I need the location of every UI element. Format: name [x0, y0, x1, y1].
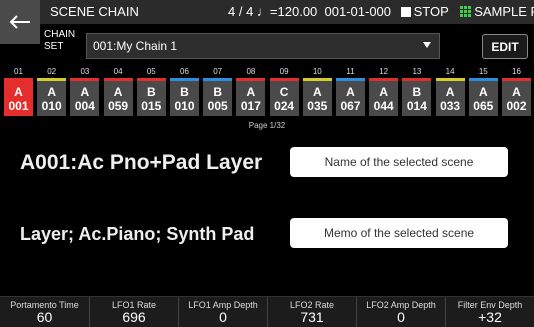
- step-scene-number: 015: [141, 98, 162, 113]
- param-value: 0: [219, 309, 227, 325]
- step-scene-number: 033: [440, 98, 461, 113]
- step-bank: A: [14, 84, 23, 99]
- step-bank: A: [47, 84, 57, 99]
- step-bank: B: [213, 84, 223, 99]
- step-scene-number: 017: [240, 98, 261, 113]
- step-number: 11: [346, 67, 355, 76]
- step-number: 14: [445, 67, 455, 76]
- step-scene-number: 010: [41, 98, 62, 113]
- back-button[interactable]: [0, 0, 40, 44]
- scene-memo-hint: Memo of the selected scene: [290, 218, 508, 248]
- step-scene-number: 005: [207, 98, 228, 113]
- step-scene-cell[interactable]: A 033: [435, 81, 465, 116]
- step-number: 08: [246, 67, 256, 76]
- step-bank: A: [246, 84, 256, 99]
- page-title: SCENE CHAIN: [50, 4, 139, 19]
- param-value: +32: [478, 309, 502, 325]
- step-scene-cell[interactable]: B 005: [203, 81, 233, 116]
- step-scene-cell[interactable]: B 014: [402, 81, 432, 116]
- param-knob[interactable]: LFO1 Rate 696: [89, 297, 178, 327]
- param-knob[interactable]: LFO2 Rate 731: [267, 297, 356, 327]
- step-scene-number: 002: [506, 98, 527, 113]
- step-bank: A: [113, 84, 123, 99]
- step-scene-cell[interactable]: A 044: [369, 81, 399, 116]
- status-readout: 4 / 4 ♩=120.00 001-01-000 STOP SAMPLE PA…: [228, 4, 534, 19]
- chevron-down-icon: [423, 42, 431, 48]
- step-number: 04: [113, 67, 123, 76]
- step-bank: C: [279, 84, 289, 99]
- chain-set-label: CHAIN SET: [44, 29, 76, 52]
- step-scene-number: 067: [340, 98, 361, 113]
- step-scene-cell[interactable]: A 002: [502, 81, 531, 116]
- step-scene-cell[interactable]: A 010: [37, 81, 67, 116]
- step-number: 03: [80, 67, 90, 76]
- edit-button[interactable]: EDIT: [482, 34, 528, 59]
- step-bank: B: [146, 84, 156, 99]
- step-bank: A: [80, 84, 90, 99]
- step-bank: B: [412, 84, 422, 99]
- chain-set-value: 001:My Chain 1: [93, 39, 178, 53]
- scene-memo: Layer; Ac.Piano; Synth Pad: [20, 224, 255, 244]
- param-value: 696: [122, 309, 146, 325]
- step-bank: A: [478, 84, 488, 99]
- step-number: 10: [312, 67, 322, 76]
- param-knob[interactable]: Portamento Time 60: [0, 297, 89, 327]
- step-number: 01: [14, 67, 23, 76]
- transport-status: STOP: [413, 4, 449, 19]
- step-number: 05: [146, 67, 156, 76]
- step-bank: B: [180, 84, 189, 99]
- step-number: 16: [512, 67, 521, 76]
- step-bank: A: [512, 84, 521, 99]
- step-scene-number: 024: [274, 98, 295, 113]
- parameter-bar: Portamento Time 60 LFO1 Rate 696 LFO1 Amp De…: [0, 296, 534, 327]
- sample-pad-icon[interactable]: [460, 6, 472, 17]
- param-knob[interactable]: Filter Env Depth +32: [445, 297, 534, 327]
- step-number: 13: [412, 67, 422, 76]
- step-number: 02: [47, 67, 57, 76]
- step-scene-cell[interactable]: A 065: [468, 81, 498, 116]
- param-value: 0: [397, 309, 405, 325]
- step-number: 09: [279, 67, 289, 76]
- step-scene-cell[interactable]: A 035: [302, 81, 332, 116]
- step-scene-cell[interactable]: B 010: [170, 81, 199, 116]
- step-scene-cell[interactable]: C 024: [269, 81, 299, 116]
- step-bank: A: [445, 84, 455, 99]
- step-scene-number: 001: [8, 98, 29, 113]
- chain-set-dropdown[interactable]: 001:My Chain 1: [86, 33, 440, 59]
- step-number: 06: [180, 67, 189, 76]
- step-scene-number: 044: [373, 98, 394, 113]
- step-number: 12: [379, 67, 389, 76]
- step-scene-cell[interactable]: A 059: [103, 81, 133, 116]
- step-scene-number: 014: [406, 98, 427, 113]
- step-scene-cell[interactable]: A 017: [236, 81, 266, 116]
- step-scene-cell[interactable]: B 015: [136, 81, 166, 116]
- beat-readout: 4 / 4: [228, 4, 254, 19]
- step-bank: A: [346, 84, 355, 99]
- tempo-readout: ♩=120.00: [256, 4, 318, 19]
- step-scene-cell[interactable]: A 004: [70, 81, 100, 116]
- step-bank: A: [312, 84, 322, 99]
- page-indicator: Page 1/32: [248, 121, 286, 130]
- scene-name: A001:Ac Pno+Pad Layer: [20, 151, 263, 174]
- step-number: 07: [213, 67, 223, 76]
- step-scene-cell[interactable]: A 001: [4, 81, 33, 116]
- step-scene-number: 004: [74, 98, 95, 113]
- step-scene-number: 010: [174, 98, 195, 113]
- scene-name-hint: Name of the selected scene: [290, 147, 508, 177]
- step-scene-number: 059: [108, 98, 129, 113]
- step-number: 15: [478, 67, 488, 76]
- step-scene-number: 035: [307, 98, 328, 113]
- step-scene-number: 065: [473, 98, 494, 113]
- step-bank: A: [379, 84, 389, 99]
- step-scene-cell[interactable]: A 067: [336, 81, 365, 116]
- stop-icon: [400, 7, 411, 17]
- param-value: 731: [300, 309, 324, 325]
- param-knob[interactable]: LFO1 Amp Depth 0: [178, 297, 267, 327]
- top-bar: SCENE CHAIN 4 / 4 ♩=120.00 001-01-000 ST…: [0, 0, 534, 24]
- position-readout: 001-01-000: [324, 4, 392, 19]
- param-value: 60: [36, 309, 53, 325]
- sample-pad-label[interactable]: SAMPLE PAD: [474, 4, 534, 19]
- back-arrow-icon: [9, 15, 30, 29]
- param-knob[interactable]: LFO2 Amp Depth 0: [356, 297, 445, 327]
